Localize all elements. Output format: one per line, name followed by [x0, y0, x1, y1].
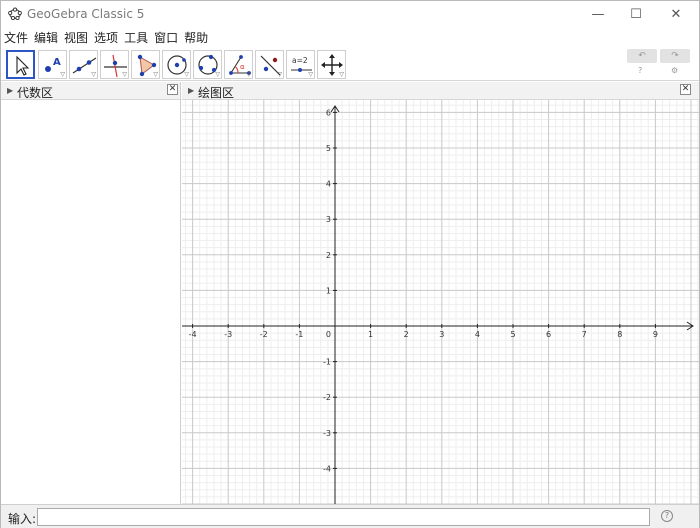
dropdown-triangle-icon: ▽ — [277, 71, 282, 78]
menu-help[interactable]: 帮助 — [184, 29, 208, 46]
algebra-view-title: 代数区 — [17, 86, 54, 100]
svg-text:A: A — [53, 57, 61, 68]
graphics-view-header: ▶ 绘图区 ✕ — [182, 82, 699, 100]
window-title: GeoGebra Classic 5 — [27, 7, 145, 21]
move-graphics-tool[interactable]: ▽ — [317, 50, 346, 79]
graphics-view-close-button[interactable]: ✕ — [680, 84, 691, 95]
x-tick-label: -4 — [189, 330, 197, 339]
y-tick-label: 3 — [326, 215, 331, 224]
y-tick-label: -1 — [323, 358, 331, 367]
toolbar: A ▽ ▽ ▽ ▽ ▽ ▽ α ▽ ▽ a=2 ▽ ▽ ↶ ↷ ? ⚙ — [1, 47, 699, 81]
dropdown-triangle-icon: ▽ — [246, 71, 251, 78]
x-tick-label: -3 — [224, 330, 232, 339]
x-tick-label: 3 — [439, 330, 444, 339]
x-tick-label: 7 — [582, 330, 587, 339]
graphics-view[interactable]: ▶ 绘图区 ✕ -4 -3 -2 -1 1 2 3 4 5 6 7 8 9 6 5 4 3 2 1 -1 -2 -3 -4 0 — [182, 82, 699, 504]
y-tick-label: -2 — [323, 393, 331, 402]
menu-file[interactable]: 文件 — [4, 29, 28, 46]
menu-tools[interactable]: 工具 — [124, 29, 148, 46]
menu-window[interactable]: 窗口 — [154, 29, 178, 46]
dropdown-triangle-icon: ▽ — [91, 71, 96, 78]
dropdown-triangle-icon: ▽ — [60, 71, 65, 78]
y-tick-label: 1 — [326, 286, 331, 295]
x-tick-label: -1 — [295, 330, 303, 339]
arrow-cursor-icon — [16, 55, 30, 76]
line-tool[interactable]: ▽ — [69, 50, 98, 79]
x-tick-label: 4 — [475, 330, 480, 339]
algebra-view-header: ▶ 代数区 ✕ — [1, 82, 180, 100]
y-tick-label: -4 — [323, 464, 331, 473]
slider-label: a=2 — [292, 56, 308, 65]
input-bar: 输入: ? — [1, 504, 699, 528]
slider-tool[interactable]: a=2 ▽ — [286, 50, 315, 79]
input-help-icon[interactable]: ? — [661, 510, 673, 522]
origin-label: 0 — [326, 330, 331, 339]
svg-text:α: α — [240, 63, 245, 71]
y-tick-label: 6 — [326, 108, 331, 117]
dropdown-triangle-icon: ▽ — [339, 71, 344, 78]
point-tool[interactable]: A ▽ — [38, 50, 67, 79]
title-bar: GeoGebra Classic 5 — ☐ ✕ — [1, 1, 699, 27]
menu-options[interactable]: 选项 — [94, 29, 118, 46]
x-tick-label: 9 — [653, 330, 658, 339]
undo-button[interactable]: ↶ — [627, 49, 657, 63]
graphics-view-title: 绘图区 — [198, 86, 235, 100]
y-tick-label: 5 — [326, 144, 331, 153]
help-icon[interactable]: ? — [638, 66, 642, 75]
menu-view[interactable]: 视图 — [64, 29, 88, 46]
x-tick-label: 1 — [368, 330, 373, 339]
x-tick-label: -2 — [260, 330, 268, 339]
input-field[interactable] — [37, 508, 650, 526]
move-tool[interactable] — [6, 50, 35, 79]
collapse-arrow-icon[interactable]: ▶ — [7, 86, 13, 95]
perpendicular-line-tool[interactable]: ▽ — [100, 50, 129, 79]
menu-bar: 文件 编辑 视图 选项 工具 窗口 帮助 — [1, 27, 699, 47]
dropdown-triangle-icon: ▽ — [215, 71, 220, 78]
coordinate-grid[interactable]: -4 -3 -2 -1 1 2 3 4 5 6 7 8 9 6 5 4 3 2 1 -1 -2 -3 -4 0 — [182, 100, 699, 504]
x-tick-label: 8 — [617, 330, 622, 339]
algebra-view-close-button[interactable]: ✕ — [167, 84, 178, 95]
settings-icon[interactable]: ⚙ — [671, 66, 678, 75]
circle-three-points-tool[interactable]: ▽ — [193, 50, 222, 79]
x-tick-label: 6 — [546, 330, 551, 339]
dropdown-triangle-icon: ▽ — [122, 71, 127, 78]
polygon-tool[interactable]: ▽ — [131, 50, 160, 79]
dropdown-triangle-icon: ▽ — [308, 71, 313, 78]
dropdown-triangle-icon: ▽ — [184, 71, 189, 78]
y-tick-label: -3 — [323, 429, 331, 438]
geogebra-logo-icon — [8, 7, 22, 21]
x-tick-label: 5 — [510, 330, 515, 339]
dropdown-triangle-icon: ▽ — [153, 71, 158, 78]
algebra-view: ▶ 代数区 ✕ — [1, 82, 181, 504]
circle-tool[interactable]: ▽ — [162, 50, 191, 79]
redo-button[interactable]: ↷ — [660, 49, 690, 63]
close-button[interactable]: ✕ — [653, 1, 699, 27]
input-label: 输入: — [8, 512, 37, 526]
menu-edit[interactable]: 编辑 — [34, 29, 58, 46]
angle-tool[interactable]: α ▽ — [224, 50, 253, 79]
geogebra-window: GeoGebra Classic 5 — ☐ ✕ 文件 编辑 视图 选项 工具 … — [0, 0, 700, 528]
collapse-arrow-icon[interactable]: ▶ — [188, 86, 194, 95]
y-tick-label: 2 — [326, 251, 331, 260]
y-tick-label: 4 — [326, 180, 331, 189]
x-tick-label: 2 — [404, 330, 409, 339]
reflect-tool[interactable]: ▽ — [255, 50, 284, 79]
